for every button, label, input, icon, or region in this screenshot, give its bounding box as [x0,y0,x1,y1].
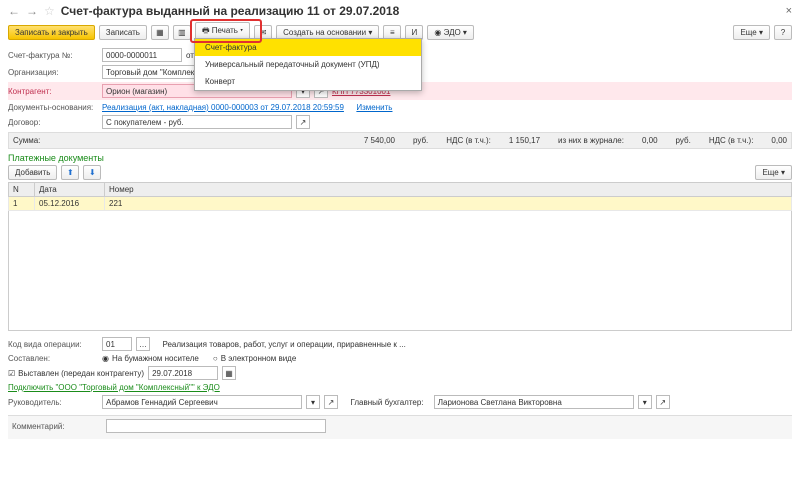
jnds-label: НДС (в т.ч.): [709,136,754,145]
composed-label: Составлен: [8,354,98,363]
open-icon[interactable]: ↗ [324,395,338,409]
dropdown-icon[interactable]: ▾ [306,395,320,409]
dropdown-icon[interactable]: ▾ [638,395,652,409]
save-close-button[interactable]: Записать и закрыть [8,25,95,40]
optype-desc: Реализация товаров, работ, услуг и опера… [162,340,405,349]
jnds-value: 0,00 [771,136,787,145]
more-button[interactable]: Еще ▾ [733,25,770,40]
optype-input[interactable]: 01 [102,337,132,351]
col-date[interactable]: Дата [35,183,105,197]
forward-icon[interactable]: → [26,4,38,18]
issued-date-input[interactable]: 29.07.2018 [148,366,218,380]
dropdown-item-invoice[interactable]: Счет-фактура [195,39,421,56]
nds-value: 1 150,17 [509,136,540,145]
page-title: Счет-фактура выданный на реализацию 11 о… [61,4,400,18]
calendar-icon[interactable]: ▦ [222,366,236,380]
acc-input[interactable]: Ларионова Светлана Викторовна [434,395,634,409]
docs-change-link[interactable]: Изменить [356,103,392,112]
edo-button[interactable]: ◉ ЭДО ▾ [427,25,474,40]
org-label: Организация: [8,68,98,77]
comment-label: Комментарий: [12,422,102,431]
col-n[interactable]: N [9,183,35,197]
radio-electronic[interactable]: ○ В электронном виде [213,354,296,363]
comment-input[interactable] [106,419,326,433]
post-button[interactable]: ▦ [151,25,169,40]
acc-label: Главный бухгалтер: [350,398,423,407]
help-button[interactable]: ? [774,25,792,40]
toolbar: Записать и закрыть Записать ▦ ▥ 🖶 Печать… [8,22,792,42]
print-dropdown: Счет-фактура Универсальный передаточный … [194,38,422,91]
ellipsis-icon[interactable]: … [136,337,150,351]
contract-input[interactable]: С покупателем - руб. [102,115,292,129]
col-num[interactable]: Номер [105,183,792,197]
nds-label: НДС (в т.ч.): [446,136,491,145]
journal-label: из них в журнале: [558,136,624,145]
table-row[interactable]: 1 05.12.2016 221 [9,197,792,211]
counter-label: Контрагент: [8,87,98,96]
bar-chart-icon[interactable]: ▥ [173,25,191,40]
edo-connect-link[interactable]: Подключить "ООО "Торговый дом "Комплексн… [8,383,220,392]
save-button[interactable]: Записать [99,25,147,40]
optype-label: Код вида операции: [8,340,98,349]
dropdown-item-envelope[interactable]: Конверт [195,73,421,90]
totals-bar: Сумма: 7 540,00 руб. НДС (в т.ч.): 1 150… [8,132,792,149]
jsum-value: 0,00 [642,136,658,145]
issued-checkbox[interactable]: ☑ Выставлен (передан контрагенту) [8,369,144,378]
number-label: Счет-фактура №: [8,51,98,60]
payments-more-button[interactable]: Еще ▾ [755,165,792,180]
move-down-icon[interactable]: ⬇ [83,165,101,180]
docs-link[interactable]: Реализация (акт, накладная) 0000-000003 … [102,103,344,112]
payments-table[interactable]: N Дата Номер 1 05.12.2016 221 [8,182,792,211]
head-input[interactable]: Абрамов Геннадий Сергеевич [102,395,302,409]
favorite-icon[interactable]: ☆ [44,4,55,18]
sum-label: Сумма: [13,136,40,145]
docs-label: Документы-основания: [8,103,98,112]
close-icon[interactable]: × [786,5,792,17]
move-up-icon[interactable]: ⬆ [61,165,79,180]
head-label: Руководитель: [8,398,98,407]
add-button[interactable]: Добавить [8,165,57,180]
dropdown-item-upd[interactable]: Универсальный передаточный документ (УПД… [195,56,421,73]
contract-label: Договор: [8,118,98,127]
table-empty-area[interactable] [8,211,792,331]
number-input[interactable]: 0000-0000011 [102,48,182,62]
payments-section-title: Платежные документы [8,153,792,163]
back-icon[interactable]: ← [8,4,20,18]
open-icon[interactable]: ↗ [296,115,310,129]
open-icon[interactable]: ↗ [656,395,670,409]
radio-paper[interactable]: ◉ На бумажном носителе [102,354,199,363]
sum-value: 7 540,00 [364,136,395,145]
